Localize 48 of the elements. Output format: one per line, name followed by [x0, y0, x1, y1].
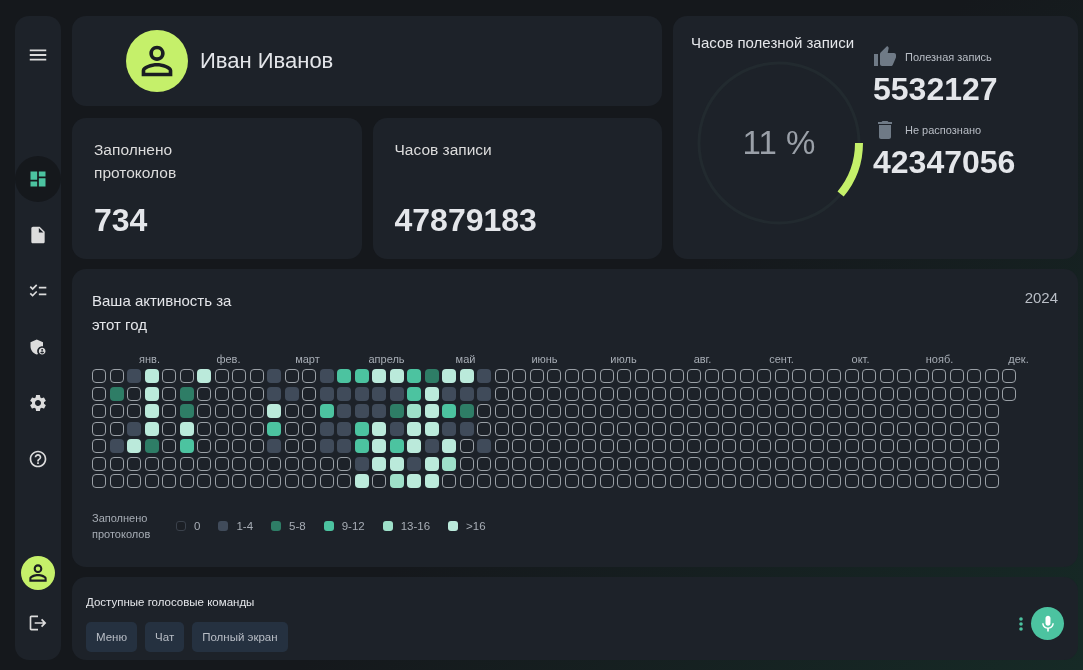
more-icon [1019, 616, 1023, 631]
legend-label: 1-4 [236, 520, 254, 532]
thumbs-up-icon [873, 45, 897, 69]
month-label: фев. [215, 353, 242, 365]
month-label: нояб. [924, 353, 955, 365]
metric-value: 5532127 [873, 71, 999, 108]
month-label: июль [609, 353, 638, 365]
sidebar-item[interactable] [15, 156, 61, 202]
card-title: Ваша активность за этот год [92, 291, 233, 335]
metric-label: Полезная запись [905, 51, 992, 63]
help-icon [28, 449, 48, 469]
dashboard-icon [28, 169, 48, 189]
avatar[interactable] [21, 556, 55, 590]
settings-icon [28, 393, 48, 413]
more-button[interactable] [1019, 616, 1023, 631]
percent-value: 11 % [742, 124, 816, 162]
card-title: Часов полезной записи [691, 34, 856, 51]
stat-label: Часов записи [394, 140, 493, 160]
microphone-button[interactable] [1031, 607, 1064, 640]
month-label: авг. [692, 353, 713, 365]
stat-value: 47879183 [394, 202, 538, 239]
month-label: сент. [768, 353, 795, 365]
legend-label: 5-8 [289, 520, 306, 532]
month-label: апрель [367, 353, 406, 365]
legend-label: >16 [466, 520, 486, 532]
month-label: окт. [850, 353, 871, 365]
metric-label: Не распознано [905, 124, 982, 136]
month-label: март [294, 353, 321, 365]
legend-label: 9-12 [341, 520, 365, 532]
command-button[interactable]: Полный экран [192, 622, 288, 652]
month-label: май [454, 353, 477, 365]
logout-icon [28, 613, 48, 633]
legend-title: Заполнено протоколов [92, 511, 152, 542]
stat-value: 734 [94, 202, 149, 239]
month-label: июнь [530, 353, 559, 365]
legend-label: 0 [194, 520, 201, 532]
command-button[interactable]: Меню [86, 622, 138, 652]
section-title: Доступные голосовые команды [86, 596, 256, 608]
year-label: 2024 [1024, 289, 1058, 308]
legend-label: 13-16 [400, 520, 431, 532]
shield-icon [28, 337, 48, 357]
document-icon [28, 225, 48, 245]
month-label: янв. [138, 353, 161, 365]
user-name: Иван Иванов [200, 48, 334, 74]
month-label: дек. [1007, 353, 1030, 365]
command-button[interactable]: Чат [145, 622, 185, 652]
metric-value: 42347056 [873, 144, 1016, 181]
stat-label: Заполнено протоколов [94, 140, 178, 183]
